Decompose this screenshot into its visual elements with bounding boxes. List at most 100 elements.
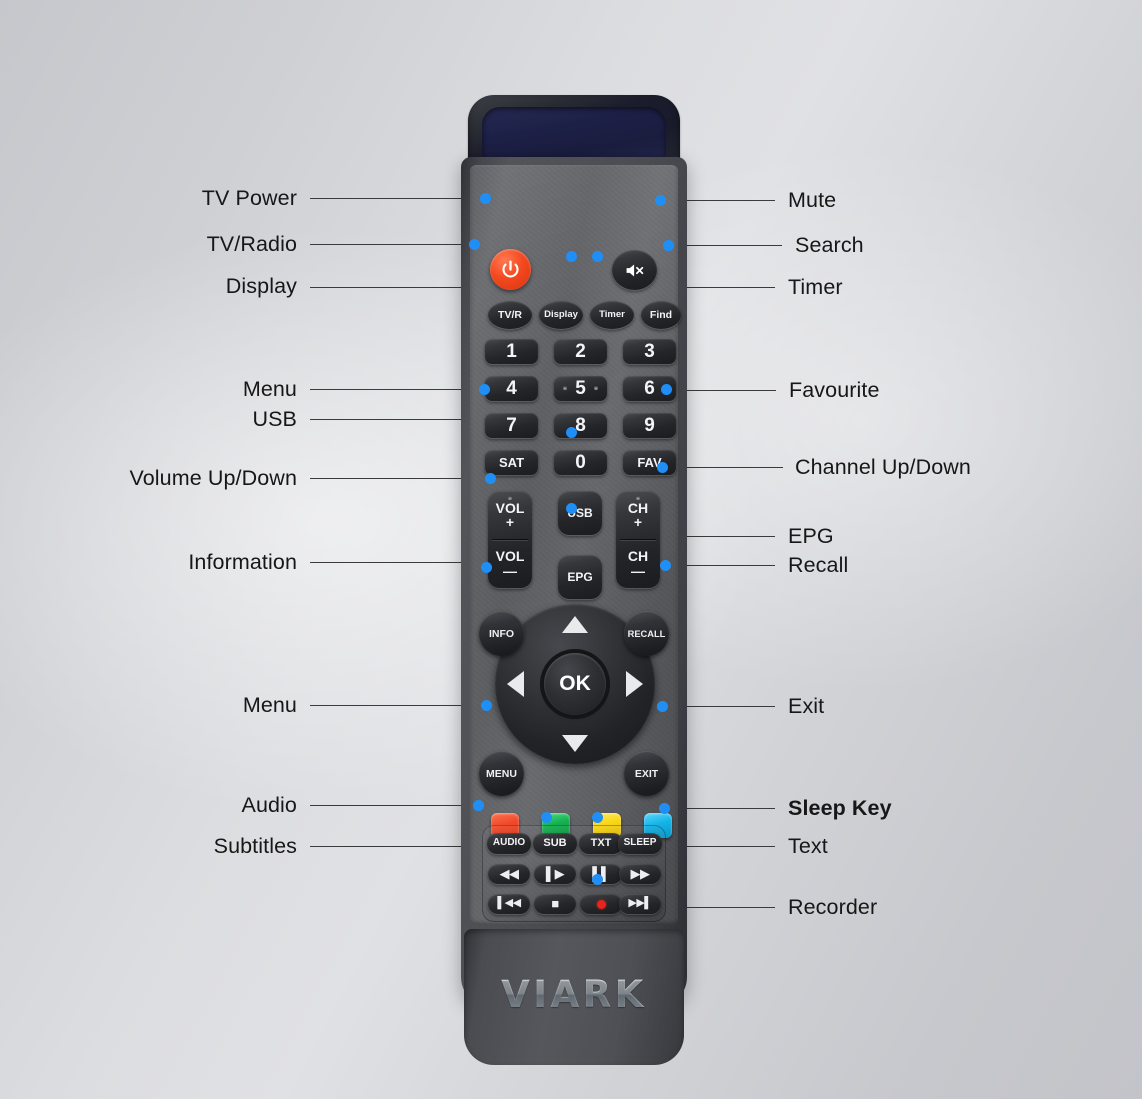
- stop-icon[interactable]: ■: [534, 894, 576, 914]
- menu-label: MENU: [486, 767, 517, 780]
- ch-up-sign: +: [633, 514, 643, 531]
- label-subtitles: Subtitles: [213, 834, 297, 858]
- usb-button[interactable]: USB: [558, 491, 602, 535]
- label-text: Text: [788, 834, 828, 858]
- key-4[interactable]: 4: [485, 376, 538, 401]
- rocker-divider: [492, 539, 528, 540]
- label-channel-updown: Channel Up/Down: [795, 455, 971, 479]
- next-icon[interactable]: ▶▶▌: [619, 894, 661, 914]
- find-button[interactable]: Find: [641, 301, 681, 329]
- arrow-left-icon[interactable]: [507, 671, 524, 697]
- remote-chin: VIARK: [464, 929, 684, 1065]
- key-9[interactable]: 9: [623, 413, 676, 438]
- key-4-label: 4: [506, 377, 517, 399]
- dot-tv-radio: [469, 239, 480, 250]
- previous-icon[interactable]: ▌◀◀: [488, 894, 530, 914]
- info-button[interactable]: INFO: [479, 611, 524, 656]
- ch-down-label: CH: [627, 548, 649, 565]
- menu-button[interactable]: MENU: [479, 751, 524, 796]
- ch-nub: [636, 496, 640, 500]
- rewind-glyph: ◀◀: [499, 866, 520, 882]
- prev-glyph: ▌◀◀: [497, 897, 521, 910]
- label-display: Display: [225, 274, 297, 298]
- play-step-glyph: ▌▶: [545, 866, 565, 882]
- key-3[interactable]: 3: [623, 339, 676, 364]
- dot-recorder: [592, 874, 603, 885]
- key-2-label: 2: [575, 340, 586, 362]
- leader-information: [310, 562, 486, 563]
- sub-label: SUB: [543, 836, 567, 849]
- leader-tv-power: [310, 198, 486, 199]
- volume-rocker[interactable]: VOL + VOL —: [488, 491, 532, 588]
- ch-up-label: CH: [627, 499, 649, 516]
- record-dot: [596, 899, 606, 909]
- label-exit: Exit: [788, 694, 825, 718]
- label-tv-radio: TV/Radio: [206, 232, 297, 256]
- mute-button[interactable]: [612, 250, 657, 290]
- key-2[interactable]: 2: [554, 339, 607, 364]
- label-volume-updown: Volume Up/Down: [129, 466, 297, 490]
- key-1[interactable]: 1: [485, 339, 538, 364]
- audio-button[interactable]: AUDIO: [487, 833, 531, 854]
- label-epg: EPG: [788, 524, 834, 548]
- key-3-label: 3: [644, 340, 655, 362]
- sleep-button[interactable]: SLEEP: [618, 833, 662, 854]
- key-7[interactable]: 7: [485, 413, 538, 438]
- arrow-up-icon[interactable]: [562, 616, 588, 633]
- txt-button[interactable]: TXT: [579, 833, 623, 854]
- recall-button[interactable]: RECALL: [624, 611, 669, 656]
- key-5[interactable]: 5: [554, 376, 607, 401]
- ff-glyph: ▶▶: [630, 866, 651, 882]
- key-5-label: 5: [575, 377, 586, 399]
- tv-radio-button[interactable]: TV/R: [488, 301, 532, 329]
- play-step-icon[interactable]: ▌▶: [534, 864, 576, 884]
- label-favourite: Favourite: [789, 378, 880, 402]
- epg-label: EPG: [567, 569, 593, 584]
- dot-menu-nav: [481, 700, 492, 711]
- arrow-down-icon[interactable]: [562, 735, 588, 752]
- label-mute: Mute: [788, 188, 837, 212]
- fast-forward-icon[interactable]: ▶▶: [619, 864, 661, 884]
- sleep-label: SLEEP: [623, 837, 657, 849]
- label-tv-power: TV Power: [201, 186, 297, 210]
- dot-channel: [657, 462, 668, 473]
- display-button[interactable]: Display: [539, 301, 583, 329]
- channel-rocker[interactable]: CH + CH —: [616, 491, 660, 588]
- remote-control: TV/R Display Timer Find 1 2 3 4 5 6 7 8 …: [461, 95, 687, 1065]
- fav-button[interactable]: FAV: [623, 450, 676, 475]
- channel-down[interactable]: CH —: [616, 540, 660, 588]
- label-information: Information: [188, 550, 297, 574]
- dot-tv-power: [480, 193, 491, 204]
- dot-display: [566, 251, 577, 262]
- dot-text: [592, 812, 603, 823]
- txt-label: TXT: [590, 836, 612, 849]
- label-menu-nav: Menu: [242, 693, 297, 717]
- leader-audio: [310, 805, 478, 806]
- key-9-label: 9: [644, 414, 655, 436]
- dot-search: [663, 240, 674, 251]
- sat-button[interactable]: SAT: [485, 450, 538, 475]
- key-7-label: 7: [506, 414, 517, 436]
- label-usb: USB: [252, 407, 297, 431]
- epg-button[interactable]: EPG: [558, 555, 602, 599]
- dot-timer: [592, 251, 603, 262]
- volume-down[interactable]: VOL —: [488, 540, 532, 588]
- sub-button[interactable]: SUB: [533, 833, 577, 854]
- key-8[interactable]: 8: [554, 413, 607, 438]
- record-icon[interactable]: [580, 894, 622, 914]
- remote-faceplate: TV/R Display Timer Find 1 2 3 4 5 6 7 8 …: [470, 165, 681, 925]
- label-sleep-key: Sleep Key: [788, 796, 892, 820]
- tv-radio-label: TV/R: [498, 308, 522, 321]
- arrow-right-icon[interactable]: [626, 671, 643, 697]
- dot-audio: [473, 800, 484, 811]
- dot-epg: [566, 503, 577, 514]
- key-0[interactable]: 0: [554, 450, 607, 475]
- ok-button[interactable]: OK: [544, 653, 606, 715]
- audio-label: AUDIO: [492, 837, 526, 849]
- power-icon: [502, 260, 519, 278]
- exit-button[interactable]: EXIT: [624, 751, 669, 796]
- timer-button[interactable]: Timer: [590, 301, 634, 329]
- rewind-icon[interactable]: ◀◀: [488, 864, 530, 884]
- display-label: Display: [544, 309, 578, 321]
- power-button[interactable]: [490, 249, 531, 290]
